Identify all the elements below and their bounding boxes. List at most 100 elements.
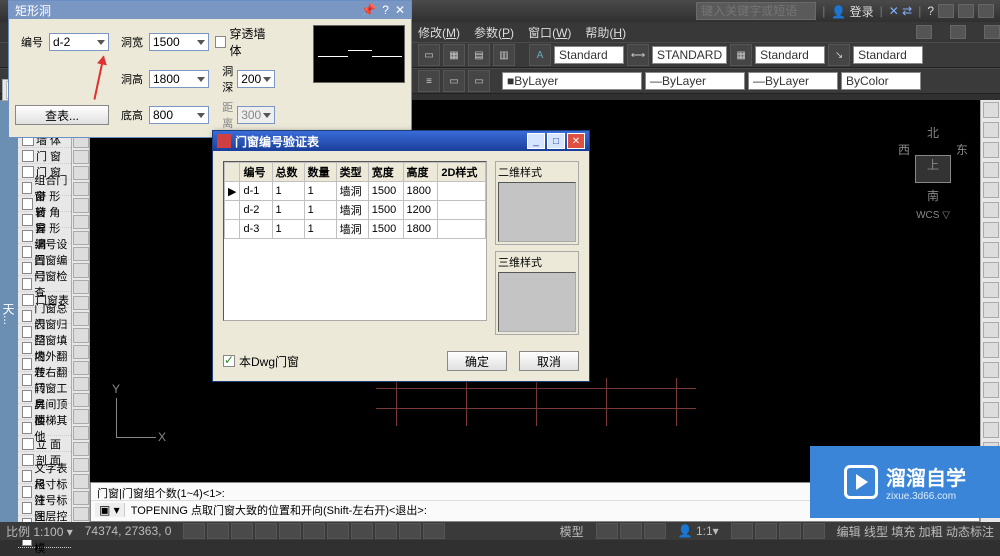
status-toggle[interactable]	[423, 523, 445, 539]
mdi-close[interactable]	[984, 25, 1000, 39]
sidebar-header[interactable]: 天...	[0, 100, 18, 522]
status-toggle[interactable]	[207, 523, 229, 539]
scale-display[interactable]: 比例 1:100 ▾	[6, 523, 73, 540]
layer-icon[interactable]: ▭	[443, 70, 465, 92]
dialog-titlebar[interactable]: 门窗编号验证表 _ □ ✕	[213, 131, 589, 151]
tool-icon[interactable]	[73, 393, 89, 407]
number-input[interactable]: d-2	[49, 33, 109, 51]
tool-icon[interactable]	[73, 280, 89, 294]
tool-icon[interactable]	[73, 247, 89, 261]
tool-icon[interactable]	[983, 302, 999, 318]
help-icon[interactable]: ?	[382, 3, 389, 17]
tool-icon[interactable]	[73, 442, 89, 456]
linetype-select[interactable]: — ByLayer	[645, 72, 745, 90]
tool-icon[interactable]	[73, 231, 89, 245]
status-toggle[interactable]	[351, 523, 373, 539]
tool-icon[interactable]	[73, 328, 89, 342]
dim-style-select[interactable]: STANDARD	[652, 46, 727, 64]
tool-icon[interactable]	[73, 312, 89, 326]
tool-icon[interactable]	[73, 491, 89, 505]
tool-icon[interactable]	[983, 382, 999, 398]
status-toggle[interactable]	[303, 523, 325, 539]
through-wall-checkbox[interactable]: 穿透墙体	[215, 25, 275, 59]
minimize-button[interactable]	[938, 4, 954, 18]
lineweight-select[interactable]: — ByLayer	[748, 72, 838, 90]
status-right-text[interactable]: 编辑 线型 填充 加粗 动态标注	[837, 523, 994, 540]
status-toggle[interactable]	[644, 523, 666, 539]
layer-icon[interactable]: ≡	[418, 70, 440, 92]
mdi-minimize[interactable]	[916, 25, 932, 39]
table-row[interactable]: d-211墙洞15001200	[225, 201, 486, 220]
height-input[interactable]: 1800	[149, 70, 209, 88]
search-input[interactable]	[696, 2, 816, 20]
tool-icon[interactable]	[73, 426, 89, 440]
tool-icon[interactable]	[983, 282, 999, 298]
width-input[interactable]: 1500	[149, 33, 209, 51]
tool-icon[interactable]	[983, 122, 999, 138]
tool-icon[interactable]	[73, 166, 89, 180]
tool-icon[interactable]: ▦	[443, 44, 465, 66]
tool-icon[interactable]	[73, 345, 89, 359]
dialog-table[interactable]: 编号 总数 数量 类型 宽度 高度 2D样式 ▶d-111墙洞15001800d…	[223, 161, 487, 321]
menu-params[interactable]: 参数(P)	[474, 24, 514, 41]
tool-icon[interactable]: ▭	[418, 44, 440, 66]
menu-window[interactable]: 窗口(W)	[528, 24, 571, 41]
sidebar-item[interactable]: 门 窗	[18, 148, 71, 164]
cancel-button[interactable]: 取消	[519, 351, 579, 371]
status-toggle[interactable]	[231, 523, 253, 539]
plot-style-select[interactable]: ByColor	[841, 72, 921, 90]
status-toggle[interactable]	[620, 523, 642, 539]
sill-input[interactable]: 800	[149, 106, 209, 124]
table-style-select[interactable]: Standard	[755, 46, 825, 64]
text-style-icon[interactable]: A	[529, 44, 551, 66]
tool-icon[interactable]	[73, 474, 89, 488]
status-toggle[interactable]	[731, 523, 753, 539]
panel-preview[interactable]	[313, 25, 405, 83]
dialog-close[interactable]: ✕	[567, 133, 585, 149]
table-row[interactable]: ▶d-111墙洞15001800	[225, 182, 486, 201]
viewcube[interactable]: 北 西上东 南 WCS ▽	[898, 124, 968, 214]
login-link[interactable]: 👤 登录	[831, 3, 873, 20]
sidebar-item[interactable]: 楼梯其他	[18, 420, 71, 436]
sidebar-item[interactable]: 门窗检查	[18, 276, 71, 292]
command-prompt-icon[interactable]: ▣ ▾	[95, 503, 125, 517]
exchange-icon[interactable]: ✕ ⇄	[889, 4, 912, 18]
space-toggle[interactable]: 模型	[560, 523, 584, 540]
tool-icon[interactable]	[73, 377, 89, 391]
dialog-minimize[interactable]: _	[527, 133, 545, 149]
tool-icon[interactable]	[983, 222, 999, 238]
layer-color-select[interactable]: ■ ByLayer	[502, 72, 642, 90]
menu-modify[interactable]: 修改(M)	[418, 24, 460, 41]
status-toggle[interactable]	[755, 523, 777, 539]
tool-icon[interactable]	[73, 215, 89, 229]
tool-icon[interactable]	[983, 142, 999, 158]
text-style-select[interactable]: Standard	[554, 46, 624, 64]
tool-icon[interactable]	[983, 322, 999, 338]
mleader-style-select[interactable]: Standard	[853, 46, 923, 64]
anno-scale[interactable]: 👤 1:1▾	[678, 524, 719, 538]
mleader-style-icon[interactable]: ↘	[828, 44, 850, 66]
table-style-icon[interactable]: ▦	[730, 44, 752, 66]
table-row[interactable]: d-311墙洞15001800	[225, 220, 486, 239]
tool-icon[interactable]	[983, 202, 999, 218]
close-button[interactable]	[978, 4, 994, 18]
tool-icon[interactable]	[73, 409, 89, 423]
status-toggle[interactable]	[803, 523, 825, 539]
pin-icon[interactable]: 📌	[361, 3, 376, 17]
dialog-maximize[interactable]: □	[547, 133, 565, 149]
tool-icon[interactable]	[73, 150, 89, 164]
tool-icon[interactable]	[73, 458, 89, 472]
close-icon[interactable]: ✕	[395, 3, 405, 17]
status-toggle[interactable]	[596, 523, 618, 539]
status-toggle[interactable]	[279, 523, 301, 539]
tool-icon[interactable]	[73, 507, 89, 521]
tool-icon[interactable]	[983, 102, 999, 118]
tool-icon[interactable]	[983, 182, 999, 198]
this-dwg-checkbox[interactable]: 本Dwg门窗	[223, 353, 299, 370]
help-icon[interactable]: ?	[927, 4, 934, 18]
tool-icon[interactable]	[73, 182, 89, 196]
ok-button[interactable]: 确定	[447, 351, 507, 371]
status-toggle[interactable]	[375, 523, 397, 539]
tool-icon[interactable]	[983, 262, 999, 278]
tool-icon[interactable]	[73, 198, 89, 212]
